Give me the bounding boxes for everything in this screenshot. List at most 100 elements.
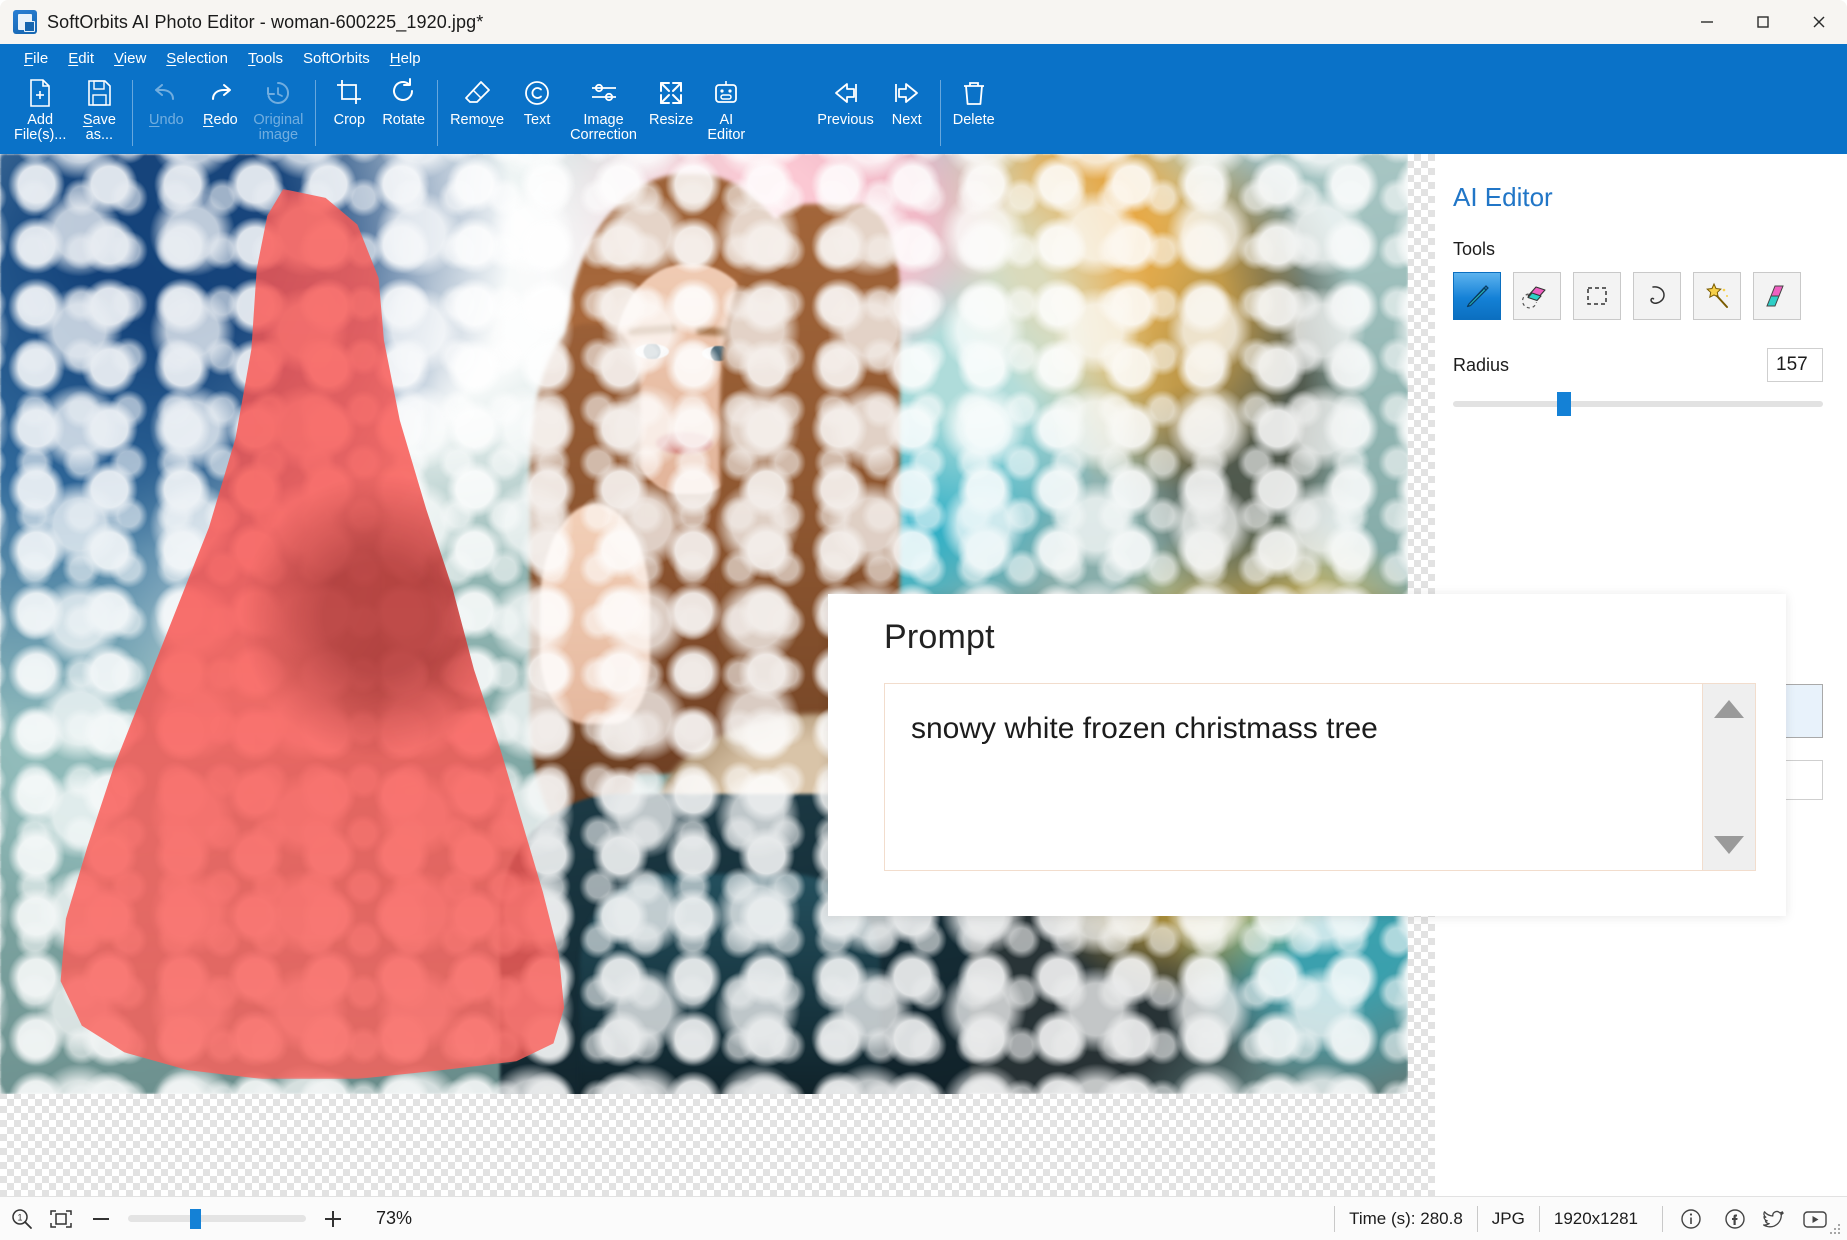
zoom-slider[interactable]: [128, 1208, 306, 1229]
menu-file-rest: ile: [33, 49, 49, 67]
menu-selection[interactable]: Selection: [156, 48, 238, 69]
toolbar-text[interactable]: Text: [510, 72, 564, 154]
eraser-tool[interactable]: [1513, 272, 1561, 320]
main-toolbar: Add File(s)... Save as... Undo Redo Orig…: [0, 72, 1847, 154]
menu-file[interactable]: File: [14, 48, 58, 69]
magic-wand-icon: [1702, 281, 1732, 311]
menu-edit-rest: dit: [78, 49, 95, 67]
menu-bar: File Edit View Selection Tools SoftOrbit…: [0, 44, 1847, 72]
minus-icon[interactable]: [88, 1208, 114, 1230]
photo-editor-icon: [13, 10, 37, 34]
file-format: JPG: [1476, 1205, 1539, 1232]
window-resize-grip[interactable]: [1829, 1223, 1843, 1237]
radius-label: Radius: [1453, 354, 1510, 375]
trash-icon: [960, 76, 988, 110]
toolbar-rotate[interactable]: Rotate: [376, 72, 431, 154]
radius-slider-thumb[interactable]: [1557, 392, 1571, 416]
pencil-icon: [1462, 281, 1492, 311]
toolbar-original-image: Original image: [247, 72, 309, 154]
prompt-title: Prompt: [884, 618, 995, 656]
menu-tools-rest: ools: [255, 49, 284, 67]
menu-help[interactable]: Help: [380, 48, 431, 69]
window-controls: [1679, 0, 1847, 44]
toolbar-next[interactable]: Next: [880, 72, 934, 154]
menu-softorbits[interactable]: SoftOrbits: [293, 48, 380, 69]
application-window: SoftOrbits AI Photo Editor - woman-60022…: [0, 0, 1847, 1240]
marquee-icon: [1582, 281, 1612, 311]
radius-value-box[interactable]: 157: [1767, 348, 1823, 382]
prompt-input[interactable]: snowy white frozen christmass tree: [885, 684, 1702, 870]
prompt-input-box[interactable]: snowy white frozen christmass tree: [884, 683, 1756, 871]
toolbar-resize[interactable]: Resize: [643, 72, 699, 154]
toolbar-next-label: Next: [891, 112, 922, 128]
crop-icon: [335, 76, 363, 110]
toolbar-previous[interactable]: Previous: [811, 72, 879, 154]
zoom-actual-size-icon[interactable]: 1: [10, 1207, 34, 1231]
prompt-scrollbar[interactable]: [1702, 684, 1755, 870]
toolbar-undo-label: Undo: [149, 112, 184, 128]
copyright-icon: [522, 76, 552, 110]
toolbar-add-files[interactable]: Add File(s)...: [8, 72, 72, 154]
resize-arrows-icon: [656, 76, 686, 110]
zoom-slider-track: [128, 1215, 306, 1222]
lasso-select-tool[interactable]: [1633, 272, 1681, 320]
toolbar-crop-label: Crop: [333, 112, 366, 128]
previous-arrow-icon: [830, 76, 862, 110]
redo-icon: [204, 76, 236, 110]
sliders-icon: [588, 76, 620, 110]
magic-wand-tool[interactable]: [1693, 272, 1741, 320]
toolbar-separator-4: [939, 80, 941, 146]
toolbar-remove[interactable]: Remove: [444, 72, 510, 154]
toolbar-separator-2: [315, 80, 317, 146]
toolbar-save-as-label: Save as...: [82, 112, 116, 143]
radius-slider[interactable]: [1453, 392, 1823, 416]
minimize-icon[interactable]: [1679, 0, 1735, 44]
fit-to-screen-icon[interactable]: [48, 1208, 74, 1230]
tools-label: Tools: [1453, 239, 1496, 259]
scroll-up-arrow[interactable]: [1714, 700, 1744, 718]
fill-tool[interactable]: [1753, 272, 1801, 320]
close-icon[interactable]: [1791, 0, 1847, 44]
history-icon: [263, 76, 293, 110]
menu-help-rest: elp: [400, 49, 421, 67]
rectangle-select-tool[interactable]: [1573, 272, 1621, 320]
toolbar-add-files-label: Add File(s)...: [14, 112, 67, 143]
youtube-icon[interactable]: [1801, 1207, 1829, 1231]
lasso-icon: [1642, 281, 1672, 311]
info-icon[interactable]: [1679, 1207, 1703, 1231]
toolbar-image-correction[interactable]: Image Correction: [564, 72, 643, 154]
next-arrow-icon: [891, 76, 923, 110]
toolbar-save-as[interactable]: Save as...: [72, 72, 126, 154]
plus-icon[interactable]: [320, 1208, 346, 1230]
menu-edit[interactable]: Edit: [58, 48, 104, 69]
toolbar-ai-editor[interactable]: AI Editor: [699, 72, 753, 154]
toolbar-previous-label: Previous: [817, 112, 874, 128]
toolbar-delete[interactable]: Delete: [947, 72, 1001, 154]
toolbar-ai-editor-label: AI Editor: [707, 112, 746, 143]
tools-row: [1453, 272, 1823, 320]
toolbar-separator-3: [437, 80, 439, 146]
zoom-controls: 1 73%: [10, 1207, 412, 1231]
toolbar-redo-label: Redo: [203, 112, 238, 128]
facebook-icon[interactable]: [1723, 1207, 1747, 1231]
undo-icon: [150, 76, 182, 110]
zoom-slider-thumb[interactable]: [190, 1208, 201, 1229]
menu-view-rest: iew: [123, 49, 147, 67]
toolbar-text-label: Text: [523, 112, 551, 128]
menu-tools[interactable]: Tools: [238, 48, 293, 69]
maximize-icon[interactable]: [1735, 0, 1791, 44]
processing-time: Time (s): 280.8: [1334, 1205, 1477, 1232]
toolbar-redo[interactable]: Redo: [193, 72, 247, 154]
workspace: AI Editor Tools Radius 157 Prompt snowy …: [0, 154, 1847, 1196]
window-title: SoftOrbits AI Photo Editor - woman-60022…: [47, 11, 484, 32]
eraser-icon: [462, 76, 492, 110]
toolbar-remove-label: Remove: [450, 112, 505, 128]
toolbar-crop[interactable]: Crop: [322, 72, 376, 154]
twitter-icon[interactable]: [1761, 1207, 1787, 1231]
menu-view[interactable]: View: [104, 48, 156, 69]
prompt-panel: Prompt snowy white frozen christmass tre…: [828, 594, 1786, 916]
brush-tool[interactable]: [1453, 272, 1501, 320]
radius-row: Radius 157: [1453, 348, 1823, 382]
radius-slider-track: [1453, 401, 1823, 407]
scroll-down-arrow[interactable]: [1714, 836, 1744, 854]
